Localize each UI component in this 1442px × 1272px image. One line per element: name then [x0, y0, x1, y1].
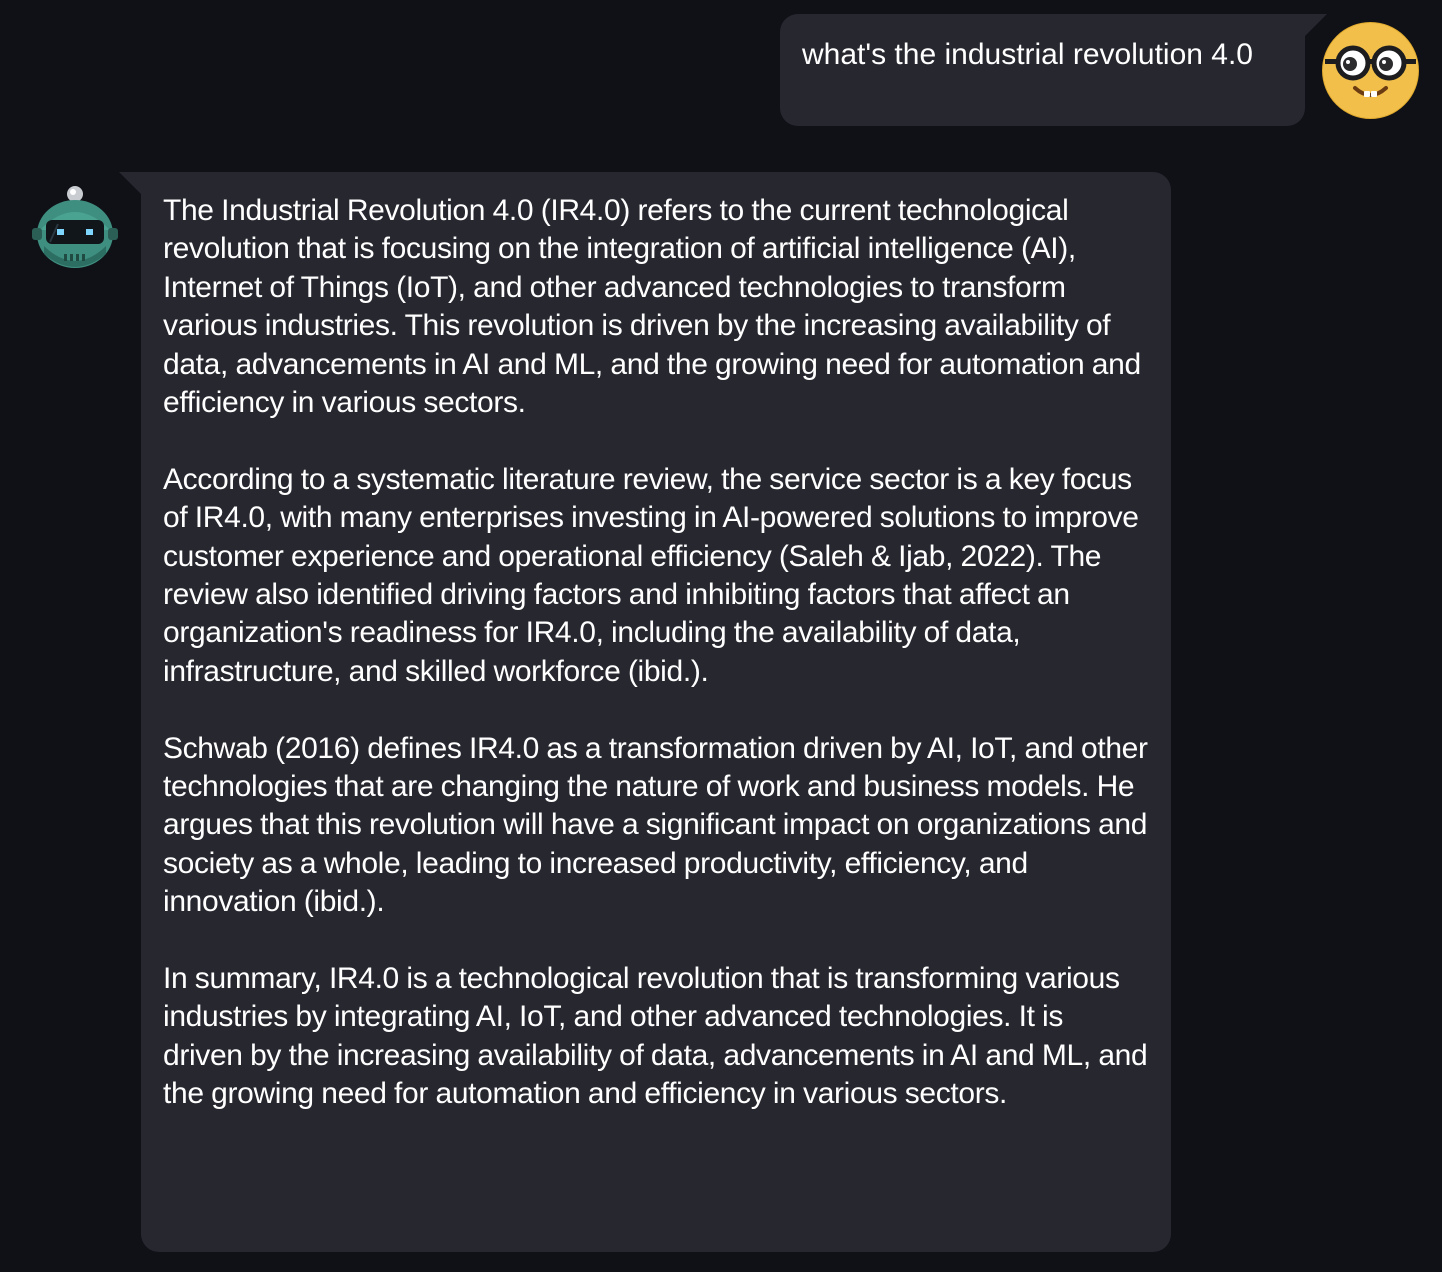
bot-message-paragraph: According to a systematic literature rev… [163, 462, 1139, 688]
chat-thread: what's the industrial revolution 4.0 The… [0, 0, 1442, 1272]
bot-message-bubble: The Industrial Revolution 4.0 (IR4.0) re… [119, 172, 1171, 1252]
bot-message-paragraph: Schwab (2016) defines IR4.0 as a transfo… [163, 731, 1148, 919]
bot-message-paragraph: In summary, IR4.0 is a technological rev… [163, 962, 1148, 1111]
user-message-bubble: what's the industrial revolution 4.0 [780, 14, 1327, 126]
bot-message-paragraph: The Industrial Revolution 4.0 (IR4.0) re… [163, 194, 1141, 420]
robot-icon [30, 184, 120, 274]
nerd-face-emoji-icon [1322, 22, 1419, 119]
user-message-text: what's the industrial revolution 4.0 [802, 38, 1253, 71]
